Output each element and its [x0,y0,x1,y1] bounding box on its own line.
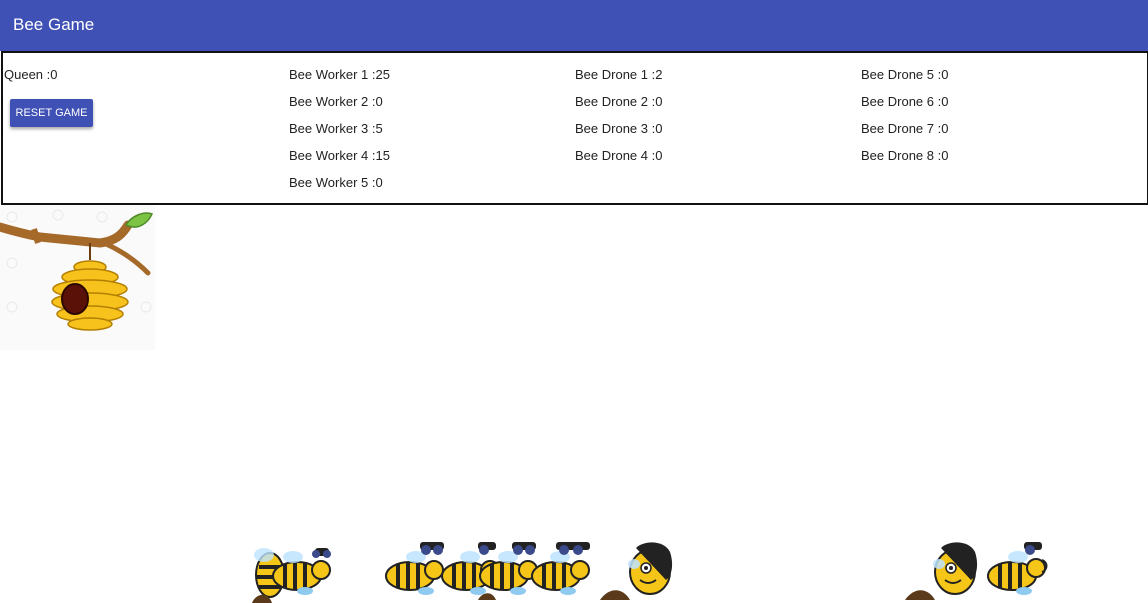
drone-score: Bee Drone 7 :0 [861,121,949,136]
drone-column-2: Bee Drone 5 :0 Bee Drone 6 :0 Bee Drone … [861,67,948,175]
worker-score: Bee Worker 5 :0 [289,175,383,190]
beehive-image [0,205,155,350]
drone-score: Bee Drone 5 :0 [861,67,949,82]
drone-score: Bee Drone 3 :0 [575,121,663,136]
drone-score: Bee Drone 1 :2 [575,67,663,82]
drone-score: Bee Drone 8 :0 [861,148,949,163]
worker-score: Bee Worker 4 :15 [289,148,390,163]
worker-score: Bee Worker 3 :5 [289,121,383,136]
worker-bee-sprite [987,542,1048,595]
reset-game-button[interactable]: RESET GAME [10,99,93,127]
drone-bee-sprite [905,542,978,600]
bee-stats-panel: Queen :0 RESET GAME Bee Worker 1 :25 Bee… [1,51,1148,205]
drone-score: Bee Drone 6 :0 [861,94,949,109]
worker-score: Bee Worker 1 :25 [289,67,390,82]
app-title: Bee Game [13,15,95,34]
worker-bee-sprite [531,542,590,595]
drone-score: Bee Drone 4 :0 [575,148,663,163]
app-bar: Bee Game [0,0,1148,51]
queen-column: Queen :0 [4,67,58,94]
queen-score: Queen :0 [4,67,58,82]
drone-column-1: Bee Drone 1 :2 Bee Drone 2 :0 Bee Drone … [575,67,662,175]
drone-bee-sprite [600,542,673,600]
worker-bee-sprite [272,548,331,595]
worker-score: Bee Worker 2 :0 [289,94,383,109]
worker-column: Bee Worker 1 :25 Bee Worker 2 :0 Bee Wor… [289,67,390,202]
drone-score: Bee Drone 2 :0 [575,94,663,109]
